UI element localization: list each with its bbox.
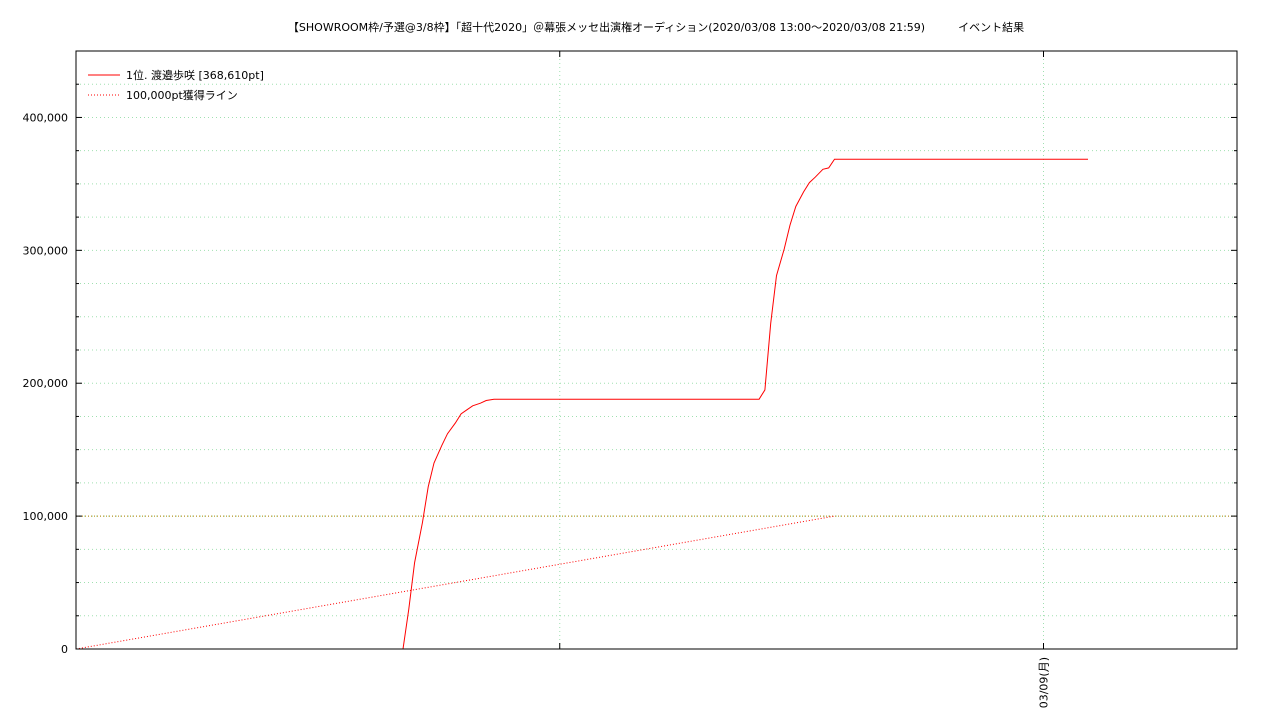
chart-title: 【SHOWROOM枠/予選@3/8枠】「超十代2020」＠幕張メッセ出演権オーデ… bbox=[288, 20, 1024, 34]
y-tick-label: 400,000 bbox=[23, 111, 69, 124]
y-tick-label: 0 bbox=[61, 643, 68, 656]
series-group bbox=[75, 158, 1088, 650]
chart: 【SHOWROOM枠/予選@3/8枠】「超十代2020」＠幕張メッセ出演権オーデ… bbox=[23, 20, 1238, 708]
legend: 1位. 渡邉歩咲 [368,610pt] 100,000pt獲得ライン bbox=[88, 68, 264, 102]
y-tick-label: 100,000 bbox=[23, 510, 69, 523]
x-tick-label: 03/09(月) bbox=[1038, 657, 1051, 708]
x-axis: 03/09(月) bbox=[559, 51, 1051, 708]
series-line-1 bbox=[402, 158, 1088, 650]
y-tick-label: 300,000 bbox=[23, 244, 69, 257]
legend-label: 100,000pt獲得ライン bbox=[126, 89, 238, 102]
legend-label: 1位. 渡邉歩咲 [368,610pt] bbox=[126, 68, 264, 82]
y-axis: 0 100,000 200,000 300,000 400,000 bbox=[23, 83, 1237, 656]
y-tick-label: 200,000 bbox=[23, 377, 69, 390]
grid bbox=[76, 51, 1237, 649]
